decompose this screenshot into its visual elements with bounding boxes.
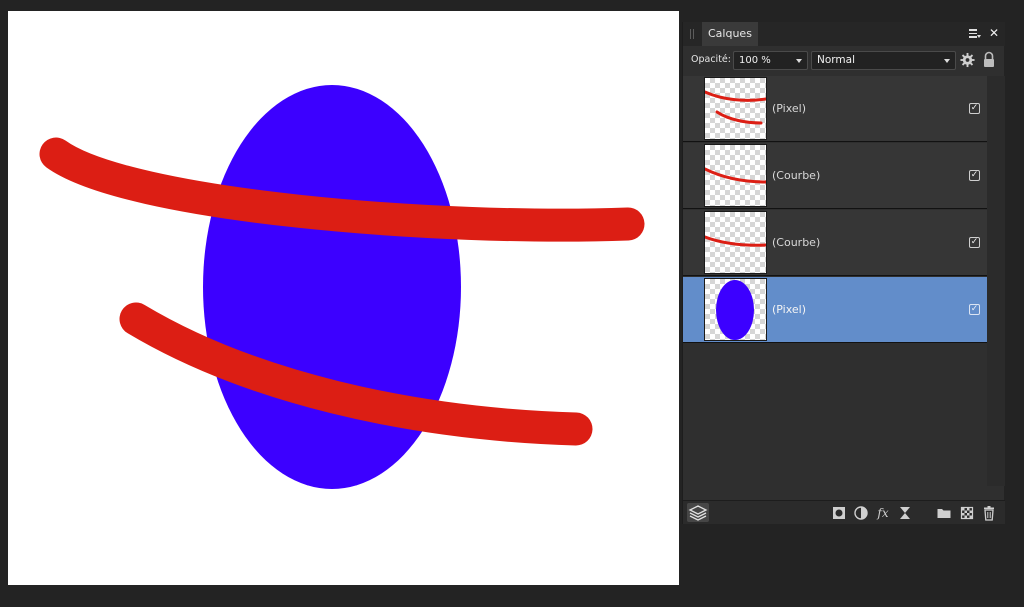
add-pixel-layer-icon[interactable] <box>959 505 975 521</box>
adjustment-icon[interactable] <box>853 505 869 521</box>
group-folder-icon[interactable] <box>936 505 952 521</box>
layer-row[interactable]: (Pixel) ✓ <box>683 76 987 142</box>
layer-name[interactable]: (Pixel) <box>772 303 806 316</box>
layer-thumbnail <box>704 77 767 140</box>
layer-thumbnail <box>704 144 767 207</box>
layer-name[interactable]: (Courbe) <box>772 169 820 182</box>
visibility-checkbox[interactable]: ✓ <box>969 170 980 181</box>
panel-menu-icon[interactable] <box>968 27 982 41</box>
drag-handle-icon[interactable] <box>690 29 694 39</box>
layer-thumbnail <box>704 278 767 341</box>
blend-mode-value: Normal <box>817 54 855 66</box>
fx-icon[interactable]: fx <box>875 505 891 521</box>
layer-row[interactable]: (Courbe) ✓ <box>683 143 987 209</box>
layers-icon[interactable] <box>687 503 709 522</box>
visibility-checkbox[interactable]: ✓ <box>969 304 980 315</box>
layer-name[interactable]: (Pixel) <box>772 102 806 115</box>
layer-row[interactable]: (Courbe) ✓ <box>683 210 987 276</box>
panel-tab-bar: Calques ✕ <box>683 22 1005 46</box>
blend-mode-dropdown[interactable]: Normal <box>811 51 956 70</box>
close-icon[interactable]: ✕ <box>988 26 1000 40</box>
live-filter-icon[interactable] <box>897 505 913 521</box>
visibility-checkbox[interactable]: ✓ <box>969 237 980 248</box>
lock-icon[interactable] <box>982 51 996 68</box>
layers-panel: Calques ✕ Opacité: 100 % Normal (Pixel) … <box>682 22 1005 524</box>
layer-name[interactable]: (Courbe) <box>772 236 820 249</box>
layer-thumbnail <box>704 211 767 274</box>
chevron-down-icon <box>796 59 802 63</box>
gear-icon[interactable] <box>960 52 975 68</box>
delete-icon[interactable] <box>981 505 997 521</box>
document-canvas[interactable] <box>8 11 679 585</box>
opacity-label: Opacité: <box>691 54 731 65</box>
visibility-checkbox[interactable]: ✓ <box>969 103 980 114</box>
layer-options-toolbar: Opacité: 100 % Normal <box>683 46 1005 74</box>
layers-bottom-toolbar: fx <box>683 500 1005 524</box>
layer-row-selected[interactable]: (Pixel) ✓ <box>683 277 987 343</box>
tab-calques[interactable]: Calques <box>702 22 758 46</box>
canvas-artwork <box>39 85 645 489</box>
layer-list-scrollbar[interactable] <box>987 76 1005 486</box>
mask-icon[interactable] <box>831 505 847 521</box>
chevron-down-icon <box>944 59 950 63</box>
opacity-value: 100 % <box>739 55 771 66</box>
layer-list: (Pixel) ✓ (Courbe) ✓ (Courbe) ✓ (Pixel) … <box>683 76 987 486</box>
opacity-dropdown[interactable]: 100 % <box>733 51 808 70</box>
